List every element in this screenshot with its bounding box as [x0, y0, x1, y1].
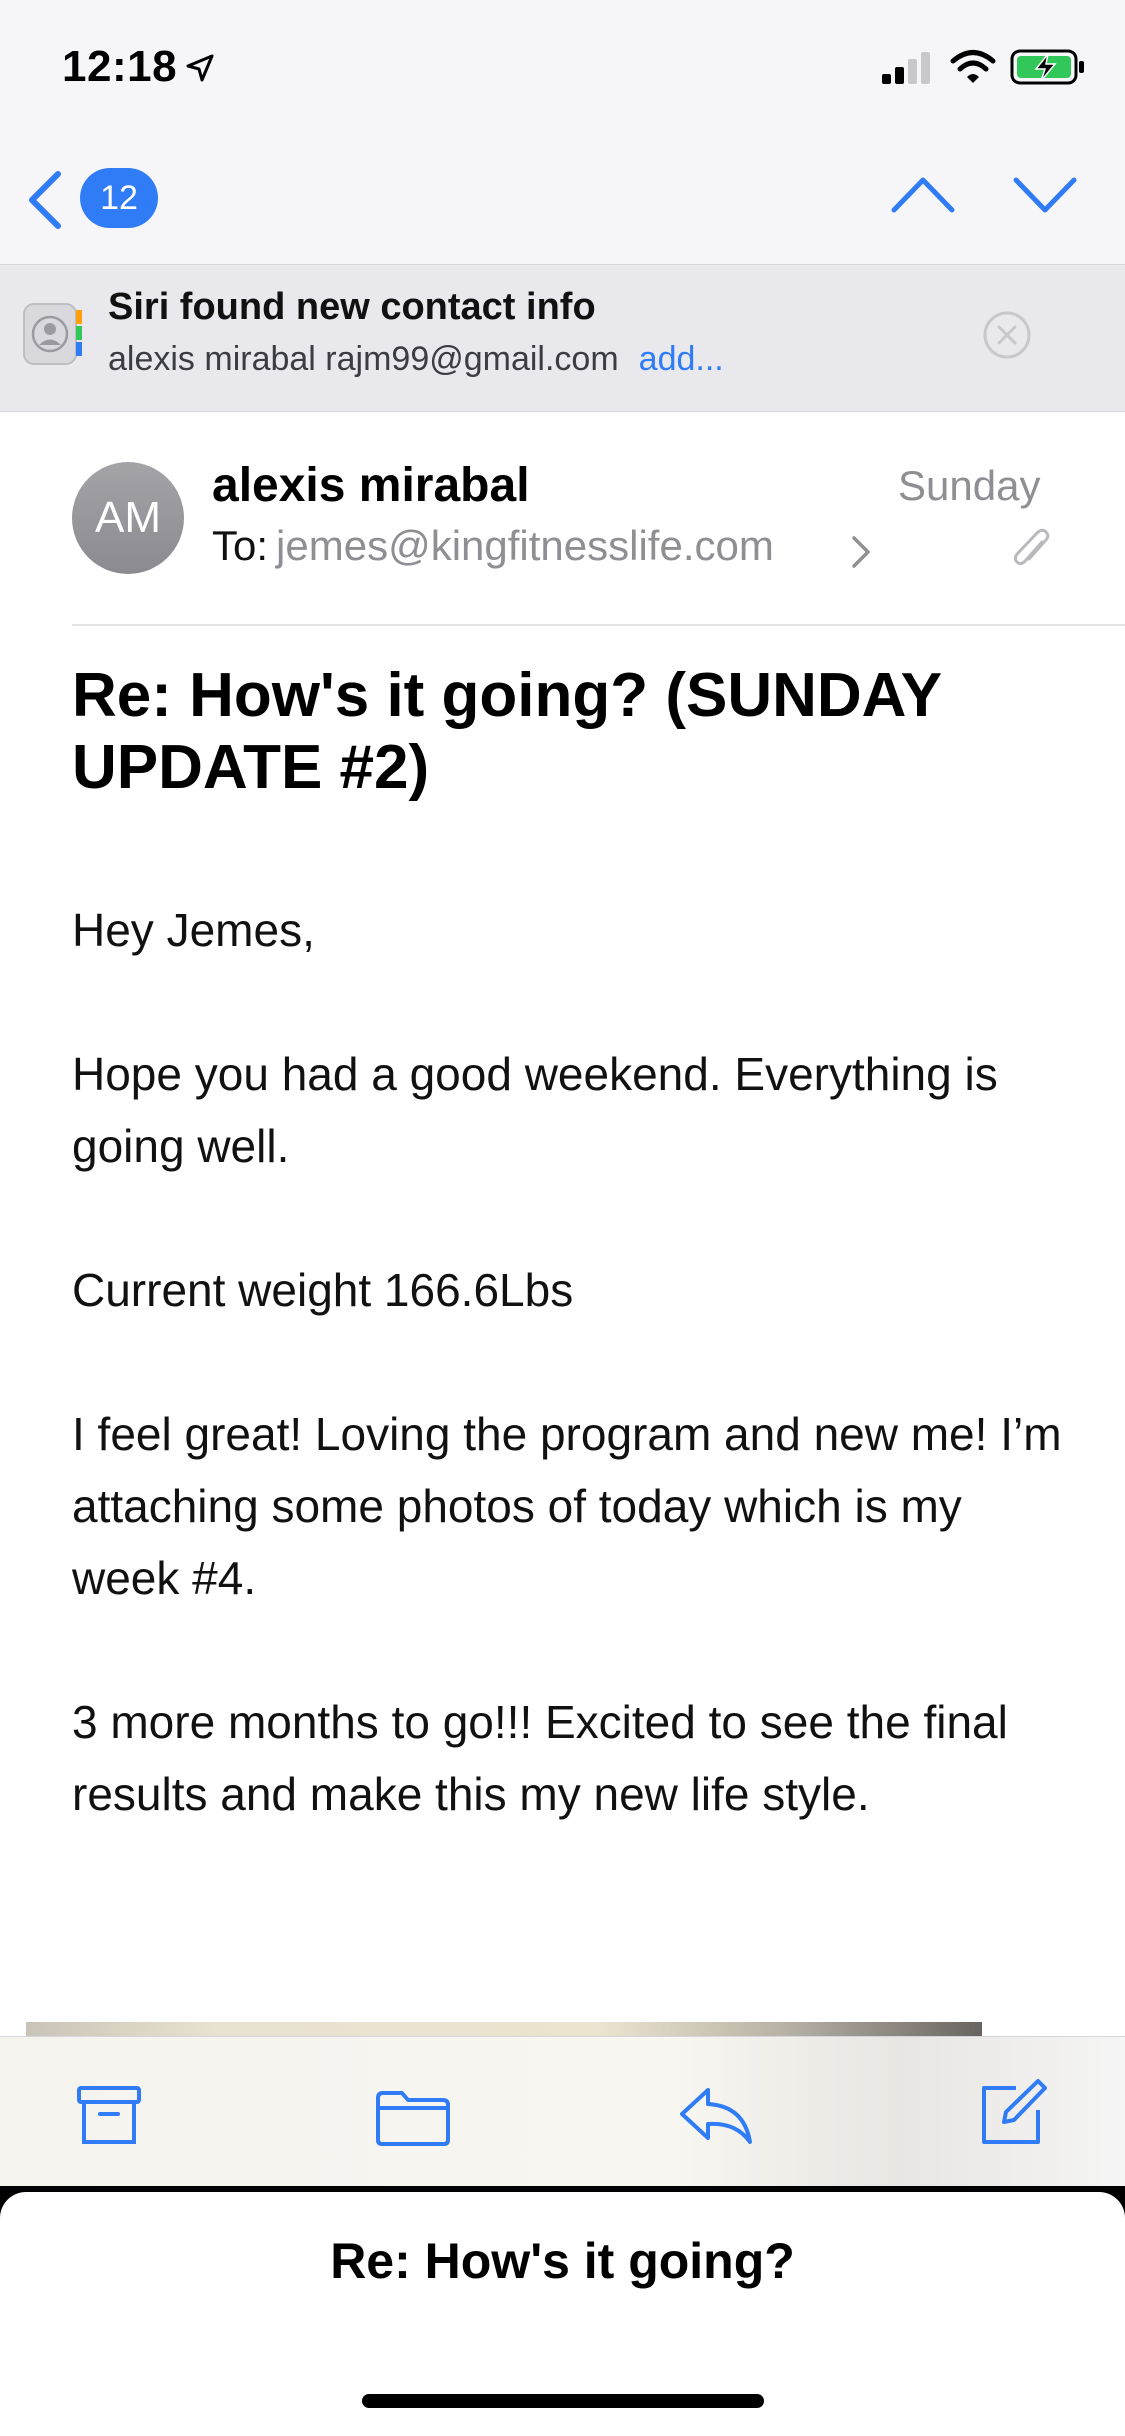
chevron-down-icon[interactable]	[1010, 170, 1080, 220]
message-subject: Re: How's it going? (SUNDAY UPDATE #2)	[72, 661, 941, 802]
chevron-right-icon[interactable]	[850, 534, 872, 570]
siri-banner-detail: alexis mirabal rajm99@gmail.com add...	[108, 340, 724, 379]
back-button-unread-badge[interactable]: 12	[80, 168, 158, 228]
header-divider	[72, 624, 1125, 626]
sender-avatar[interactable]: AM	[72, 462, 184, 574]
siri-add-contact-link[interactable]: add...	[639, 340, 724, 378]
back-chevron-icon[interactable]	[22, 168, 66, 232]
cellular-signal-icon	[882, 52, 930, 84]
body-greeting: Hey Jemes,	[72, 904, 315, 956]
contacts-app-icon	[23, 303, 82, 365]
bottom-toolbar	[0, 2036, 1125, 2187]
body-paragraph: Hope you had a good weekend. Everything …	[72, 1048, 998, 1172]
top-navigation-area	[0, 0, 1125, 264]
chevron-up-icon[interactable]	[888, 170, 958, 220]
archive-icon[interactable]	[76, 2084, 142, 2146]
recipient-address[interactable]: jemes@kingfitnesslife.com	[276, 522, 774, 569]
location-arrow-icon	[186, 54, 214, 82]
draft-title[interactable]: Re: How's it going?	[0, 2232, 1125, 2290]
body-paragraph: 3 more months to go!!! Excited to see th…	[72, 1696, 1008, 1820]
siri-banner-title: Siri found new contact info	[108, 286, 596, 328]
message-date: Sunday	[898, 462, 1041, 509]
paperclip-icon	[1013, 528, 1050, 566]
status-time: 12:18	[62, 42, 178, 91]
recipient-label: To:	[212, 522, 269, 569]
compose-icon[interactable]	[978, 2078, 1048, 2148]
battery-charging-icon	[1010, 49, 1084, 85]
siri-contact-info: alexis mirabal rajm99@gmail.com	[108, 340, 619, 378]
sender-name[interactable]: alexis mirabal	[212, 458, 530, 513]
folder-icon[interactable]	[374, 2088, 452, 2148]
wifi-icon	[950, 50, 996, 83]
body-paragraph: I feel great! Loving the program and new…	[72, 1408, 1062, 1604]
close-icon[interactable]	[982, 310, 1032, 360]
body-paragraph: Current weight 166.6Lbs	[72, 1264, 574, 1316]
reply-icon[interactable]	[678, 2084, 754, 2146]
home-indicator[interactable]	[362, 2394, 764, 2408]
recipient-line[interactable]: To: jemes@kingfitnesslife.com	[212, 522, 774, 570]
